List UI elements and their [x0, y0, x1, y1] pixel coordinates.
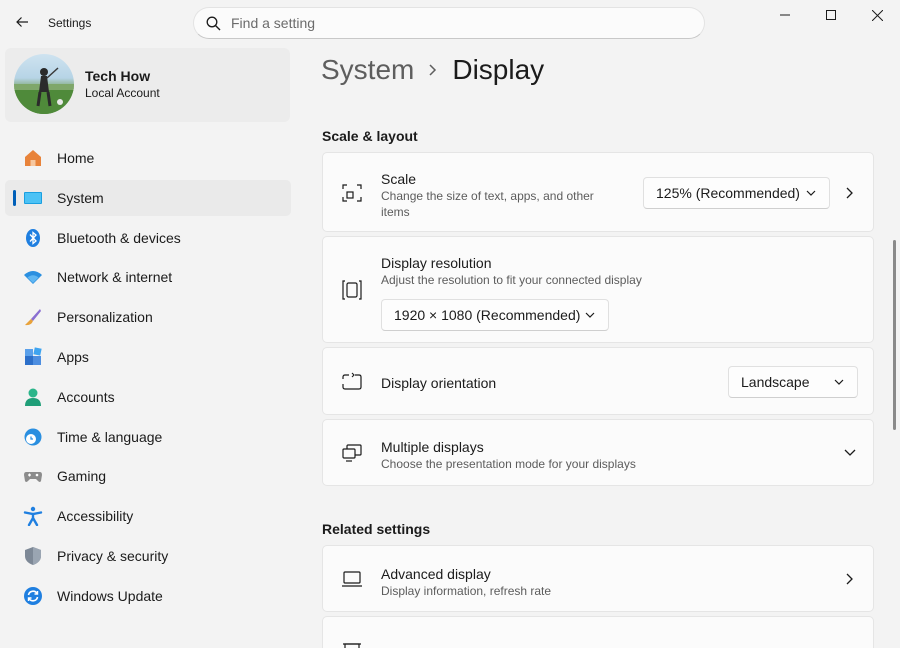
avatar — [14, 54, 74, 114]
sidebar-item-bluetooth[interactable]: Bluetooth & devices — [5, 220, 291, 256]
display-orientation-card: Display orientation Landscape — [322, 347, 874, 415]
brush-icon — [23, 307, 43, 327]
orientation-dropdown[interactable]: Landscape — [728, 366, 858, 398]
sidebar-item-label: Personalization — [57, 309, 153, 326]
scale-description: Change the size of text, apps, and other… — [381, 189, 594, 219]
scale-card[interactable]: Scale Change the size of text, apps, and… — [322, 152, 874, 232]
person-icon — [23, 387, 43, 407]
chevron-right-icon — [428, 63, 438, 77]
scale-title: Scale — [381, 171, 417, 187]
orientation-value: Landscape — [741, 374, 810, 390]
minimize-icon — [780, 14, 790, 16]
avatar-photo-icon — [14, 67, 74, 114]
home-icon — [23, 148, 43, 168]
back-arrow-icon — [16, 17, 28, 27]
minimize-button[interactable] — [762, 0, 808, 30]
bluetooth-icon — [23, 228, 43, 248]
sidebar-item-label: Windows Update — [57, 587, 163, 604]
resolution-description: Adjust the resolution to fit your connec… — [381, 273, 642, 287]
sidebar-item-label: Gaming — [57, 468, 107, 485]
sidebar-item-privacy-security[interactable]: Privacy & security — [5, 538, 291, 574]
maximize-icon — [826, 10, 836, 20]
section-title-scale-layout: Scale & layout — [322, 128, 418, 144]
system-icon — [23, 188, 43, 208]
breadcrumb-parent[interactable]: System — [321, 54, 414, 86]
search-input[interactable] — [231, 15, 671, 31]
scrollbar-thumb[interactable] — [893, 240, 896, 430]
scale-icon — [341, 182, 363, 204]
sidebar-item-time-language[interactable]: Time & language — [5, 419, 291, 455]
orientation-icon — [341, 371, 363, 393]
sidebar-item-label: Privacy & security — [57, 547, 169, 564]
sidebar-item-network[interactable]: Network & internet — [5, 259, 291, 295]
sidebar-item-windows-update[interactable]: Windows Update — [5, 578, 291, 614]
sidebar-item-system[interactable]: System — [5, 179, 291, 216]
sidebar-nav: Home System Bluetooth & devices Network … — [5, 140, 291, 618]
profile-name: Tech How — [85, 68, 151, 84]
chevron-down-icon — [806, 190, 816, 196]
sidebar-item-apps[interactable]: Apps — [5, 339, 291, 375]
sidebar-item-label: Home — [57, 150, 95, 166]
maximize-button[interactable] — [808, 0, 854, 30]
resolution-title: Display resolution — [381, 255, 492, 271]
search-box[interactable] — [193, 7, 705, 39]
sidebar-item-label: Accessibility — [57, 508, 134, 525]
apps-icon — [23, 347, 43, 367]
app-title: Settings — [48, 16, 92, 30]
sidebar-item-home[interactable]: Home — [5, 140, 291, 176]
graphics-icon — [341, 639, 363, 648]
resolution-dropdown[interactable]: 1920 × 1080 (Recommended) — [381, 299, 609, 331]
close-icon — [871, 9, 883, 21]
chevron-right-icon[interactable] — [843, 186, 857, 200]
scale-value: 125% (Recommended) — [656, 185, 800, 201]
chevron-down-icon[interactable] — [843, 446, 857, 460]
multiple-displays-title: Multiple displays — [381, 439, 484, 455]
chevron-right-icon[interactable] — [843, 572, 857, 586]
sidebar-item-label: Accounts — [57, 388, 115, 405]
multiple-displays-card[interactable]: Multiple displays Choose the presentatio… — [322, 419, 874, 486]
page-title: Display — [452, 54, 545, 85]
sidebar-item-accounts[interactable]: Accounts — [5, 379, 291, 415]
profile-card[interactable]: Tech How Local Account — [5, 48, 290, 122]
chevron-down-icon — [834, 379, 844, 385]
section-title-related-settings: Related settings — [322, 521, 431, 537]
sidebar-item-accessibility[interactable]: Accessibility — [5, 498, 291, 534]
chevron-down-icon — [585, 312, 595, 318]
sidebar-item-label: Time & language — [57, 428, 163, 445]
search-icon — [206, 16, 221, 30]
shield-icon — [23, 546, 43, 566]
wifi-icon — [23, 267, 43, 287]
advanced-display-title: Advanced display — [381, 566, 491, 582]
orientation-title: Display orientation — [381, 375, 497, 391]
update-icon — [23, 586, 43, 606]
back-button[interactable] — [8, 8, 36, 36]
sidebar-item-gaming[interactable]: Gaming — [5, 458, 291, 494]
sidebar-item-label: Bluetooth & devices — [57, 229, 181, 246]
resolution-value: 1920 × 1080 (Recommended) — [394, 307, 581, 323]
close-button[interactable] — [854, 0, 900, 30]
sidebar-item-label: Network & internet — [57, 269, 173, 286]
clock-globe-icon — [23, 427, 43, 447]
advanced-display-card[interactable]: Advanced display Display information, re… — [322, 545, 874, 612]
resolution-icon — [341, 279, 363, 301]
sidebar-item-label: System — [57, 189, 104, 206]
gamepad-icon — [23, 466, 43, 486]
title-bar: Settings — [0, 0, 900, 46]
accessibility-icon — [23, 506, 43, 527]
advanced-display-description: Display information, refresh rate — [381, 584, 552, 598]
graphics-card[interactable] — [322, 616, 874, 648]
monitor-icon — [341, 568, 363, 590]
profile-account-type: Local Account — [85, 86, 160, 100]
scale-dropdown[interactable]: 125% (Recommended) — [643, 177, 830, 209]
display-resolution-card: Display resolution Adjust the resolution… — [322, 236, 874, 343]
sidebar-item-label: Apps — [57, 348, 89, 365]
sidebar-item-personalization[interactable]: Personalization — [5, 299, 291, 335]
breadcrumb: System Display — [321, 54, 544, 86]
multiple-displays-icon — [341, 442, 363, 464]
multiple-displays-description: Choose the presentation mode for your di… — [381, 457, 636, 471]
